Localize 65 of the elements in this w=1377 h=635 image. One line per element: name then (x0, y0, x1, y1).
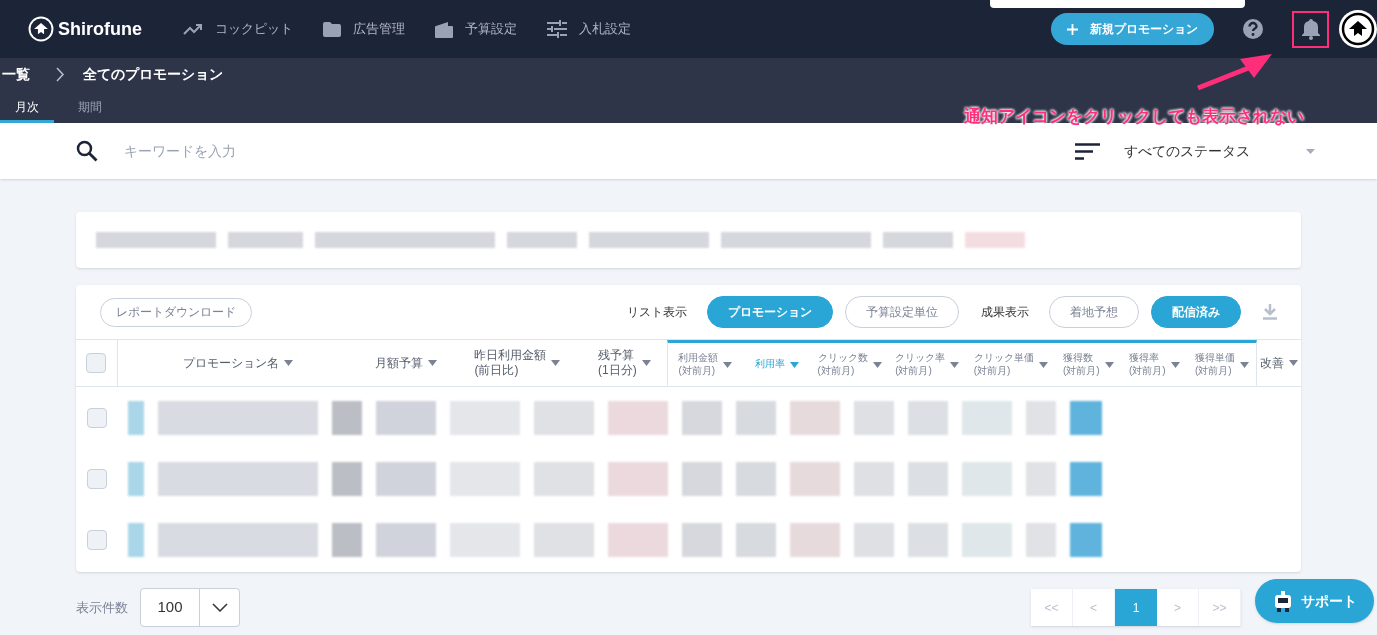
row-checkbox[interactable] (87, 529, 107, 550)
sliders-icon (547, 20, 567, 38)
logo-text: Shirofune (58, 17, 142, 41)
view-toggle[interactable]: プロモーション (707, 296, 833, 328)
column-header[interactable]: 獲得数 (対前月) (1062, 352, 1100, 377)
search-icon (76, 140, 98, 162)
logo-icon (28, 16, 54, 42)
column-header[interactable]: 獲得率 (対前月) (1129, 352, 1166, 377)
sort-caret-icon[interactable] (1289, 360, 1299, 366)
sort-caret-icon[interactable] (551, 360, 561, 366)
list-view-label: リスト表示 (627, 304, 687, 321)
nav-link[interactable]: 広告管理 (323, 19, 405, 39)
caret-icon (1306, 148, 1315, 154)
sort-caret-icon[interactable] (1038, 361, 1048, 368)
folder-icon (323, 21, 341, 37)
pagination-button[interactable]: 1 (1115, 589, 1157, 626)
help-icon[interactable] (1242, 18, 1264, 40)
result-view-label: 成果表示 (981, 304, 1029, 321)
wallet-icon (435, 20, 453, 38)
plus-icon (1067, 23, 1078, 35)
trend-icon (183, 23, 203, 35)
column-header[interactable]: 利用金額 (対前月) (678, 352, 719, 377)
sort-caret-icon[interactable] (427, 360, 437, 366)
column-header[interactable]: プロモーション名 (183, 355, 280, 371)
sort-caret-icon[interactable] (872, 361, 882, 368)
robot-icon (1272, 590, 1293, 612)
breadcrumb-link[interactable]: 一覧 (2, 63, 30, 85)
support-button[interactable]: サポート (1255, 579, 1374, 623)
chevron-icon (56, 66, 65, 82)
sort-caret-icon[interactable] (1104, 361, 1114, 368)
sort-caret-icon[interactable] (723, 361, 733, 368)
sort-caret-icon[interactable] (950, 361, 960, 368)
annotation-text: 通知アイコンをクリックしても表示されない (964, 106, 1304, 128)
page-size-label: 表示件数 (76, 598, 128, 617)
status-dropdown[interactable]: すべてのステータス (1075, 140, 1315, 162)
sort-caret-icon[interactable] (790, 361, 799, 368)
bell-icon[interactable] (1300, 18, 1321, 40)
column-header[interactable]: 改善 (1260, 355, 1285, 371)
sort-caret-icon[interactable] (1239, 361, 1249, 368)
nav-link[interactable]: コックピット (183, 19, 293, 39)
sort-caret-icon[interactable] (284, 360, 294, 366)
nav-link[interactable]: 入札設定 (547, 19, 631, 39)
row-checkbox[interactable] (87, 407, 107, 428)
sort-caret-icon[interactable] (641, 360, 651, 366)
row-checkbox[interactable] (87, 468, 107, 489)
column-header[interactable]: 月額予算 (374, 355, 423, 371)
avatar-icon (1341, 12, 1375, 46)
column-header[interactable]: クリック単価 (対前月) (973, 352, 1034, 377)
new-promotion-button[interactable]: 新規プロモーション (1051, 13, 1214, 45)
chevron-down-icon (211, 603, 228, 612)
column-header[interactable]: クリック率 (対前月) (895, 352, 946, 377)
column-header[interactable]: 利用率 (755, 358, 785, 371)
tab[interactable]: 期間 (63, 93, 117, 123)
select-all-checkbox[interactable] (86, 353, 107, 373)
column-header[interactable]: クリック数 (対前月) (817, 352, 868, 377)
column-header[interactable]: 獲得単価 (対前月) (1194, 352, 1235, 377)
sort-icon (1075, 142, 1100, 160)
view-toggle[interactable]: 配信済み (1151, 296, 1241, 328)
sort-caret-icon[interactable] (1170, 361, 1180, 368)
search-field[interactable]: キーワードを入力 (124, 140, 524, 162)
column-header[interactable]: 残予算 (1日分) (598, 348, 637, 378)
nav-link[interactable]: 予算設定 (435, 19, 517, 39)
page-size-select[interactable]: 100 (140, 588, 240, 627)
breadcrumb-current: 全てのプロモーション (83, 64, 223, 84)
column-header[interactable]: 昨日利用金額 (前日比) (474, 348, 547, 378)
